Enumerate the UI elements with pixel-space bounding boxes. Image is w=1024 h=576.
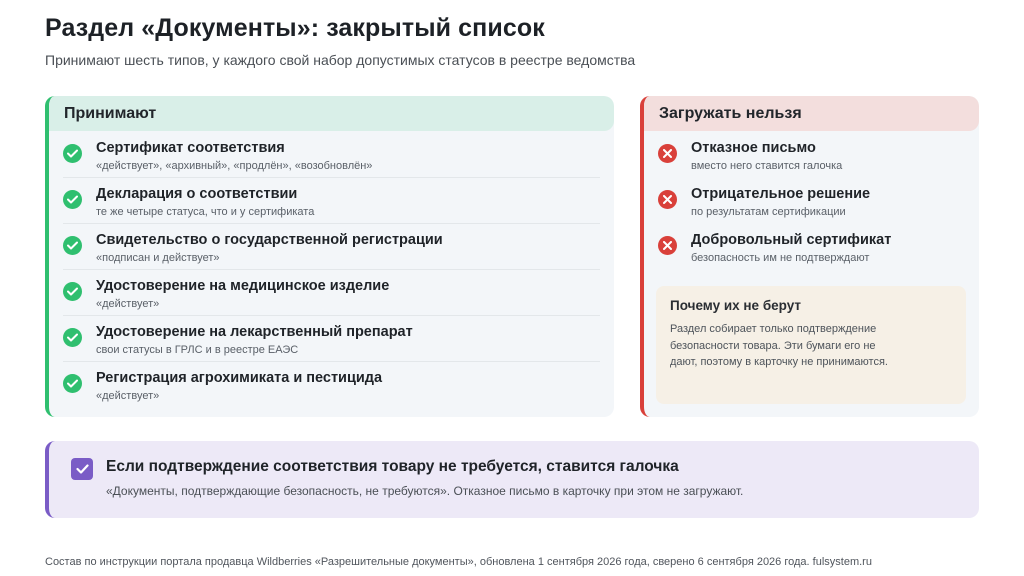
rejected-heading: Загружать нельзя bbox=[644, 96, 979, 131]
accepted-item-title: Регистрация агрохимиката и пестицида bbox=[96, 370, 383, 386]
accepted-item-note: «действует», «архивный», «продлён», «воз… bbox=[96, 160, 373, 172]
why-title: Почему их не берут bbox=[670, 298, 802, 313]
checkbox-checked-icon bbox=[71, 458, 93, 480]
accepted-item: Свидетельство о государственной регистра… bbox=[63, 224, 600, 270]
accepted-item-title: Свидетельство о государственной регистра… bbox=[96, 232, 443, 248]
accepted-item-note: «действует» bbox=[96, 298, 160, 310]
accepted-item-title: Сертификат соответствия bbox=[96, 140, 285, 156]
page-subtitle: Принимают шесть типов, у каждого свой на… bbox=[45, 52, 636, 68]
source-footnote: Состав по инструкции портала продавца Wi… bbox=[45, 556, 872, 568]
rejected-item-note: безопасность им не подтверждают bbox=[691, 252, 870, 264]
why-callout: Почему их не берут Раздел собирает тольк… bbox=[656, 286, 966, 404]
check-circle-icon bbox=[63, 236, 82, 255]
accepted-item-note: «действует» bbox=[96, 390, 160, 402]
rejected-item-note: вместо него ставится галочка bbox=[691, 160, 843, 172]
page-title: Раздел «Документы»: закрытый список bbox=[45, 14, 545, 42]
accepted-item-title: Удостоверение на медицинское изделие bbox=[96, 278, 390, 294]
accepted-list: Сертификат соответствия «действует», «ар… bbox=[63, 132, 600, 408]
rejected-item-title: Добровольный сертификат bbox=[691, 232, 892, 248]
rejected-item: Добровольный сертификат безопасность им … bbox=[658, 224, 968, 270]
accepted-card: Принимают Сертификат соответствия «дейст… bbox=[45, 96, 614, 417]
accepted-item-title: Декларация о соответствии bbox=[96, 186, 298, 202]
check-circle-icon bbox=[63, 190, 82, 209]
accepted-item-note: свои статусы в ГРЛС и в реестре ЕАЭС bbox=[96, 344, 299, 356]
accepted-heading: Принимают bbox=[49, 96, 614, 131]
accepted-item: Удостоверение на медицинское изделие «де… bbox=[63, 270, 600, 316]
check-circle-icon bbox=[63, 282, 82, 301]
cross-circle-icon bbox=[658, 190, 677, 209]
accepted-item: Регистрация агрохимиката и пестицида «де… bbox=[63, 362, 600, 408]
rejected-item: Отказное письмо вместо него ставится гал… bbox=[658, 132, 968, 178]
accepted-item: Декларация о соответствии те же четыре с… bbox=[63, 178, 600, 224]
checkbox-banner: Если подтверждение соответствия товару н… bbox=[45, 441, 979, 518]
accepted-item-note: те же четыре статуса, что и у сертификат… bbox=[96, 206, 315, 218]
check-circle-icon bbox=[63, 374, 82, 393]
banner-text: «Документы, подтверждающие безопасность,… bbox=[106, 484, 744, 498]
check-circle-icon bbox=[63, 144, 82, 163]
cross-circle-icon bbox=[658, 144, 677, 163]
rejected-list: Отказное письмо вместо него ставится гал… bbox=[658, 132, 968, 270]
rejected-item: Отрицательное решение по результатам сер… bbox=[658, 178, 968, 224]
accepted-item: Сертификат соответствия «действует», «ар… bbox=[63, 132, 600, 178]
accepted-item: Удостоверение на лекарственный препарат … bbox=[63, 316, 600, 362]
rejected-item-title: Отрицательное решение bbox=[691, 186, 871, 202]
banner-title: Если подтверждение соответствия товару н… bbox=[106, 458, 679, 475]
check-circle-icon bbox=[63, 328, 82, 347]
why-text: Раздел собирает только подтверждение без… bbox=[670, 323, 888, 368]
cross-circle-icon bbox=[658, 236, 677, 255]
accepted-item-note: «подписан и действует» bbox=[96, 252, 220, 264]
rejected-card: Загружать нельзя Отказное письмо вместо … bbox=[640, 96, 979, 417]
rejected-item-title: Отказное письмо bbox=[691, 140, 816, 156]
accepted-item-title: Удостоверение на лекарственный препарат bbox=[96, 324, 413, 340]
rejected-item-note: по результатам сертификации bbox=[691, 206, 846, 218]
